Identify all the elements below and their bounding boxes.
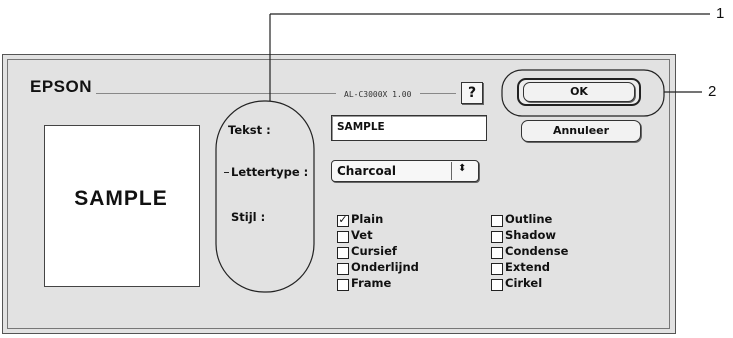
- callout-annotations: [215, 13, 710, 293]
- callout-oval-2: [501, 69, 665, 117]
- callout-number-2: 2: [708, 83, 717, 100]
- callout-oval-1: [215, 100, 315, 293]
- callout-number-1: 1: [716, 5, 725, 22]
